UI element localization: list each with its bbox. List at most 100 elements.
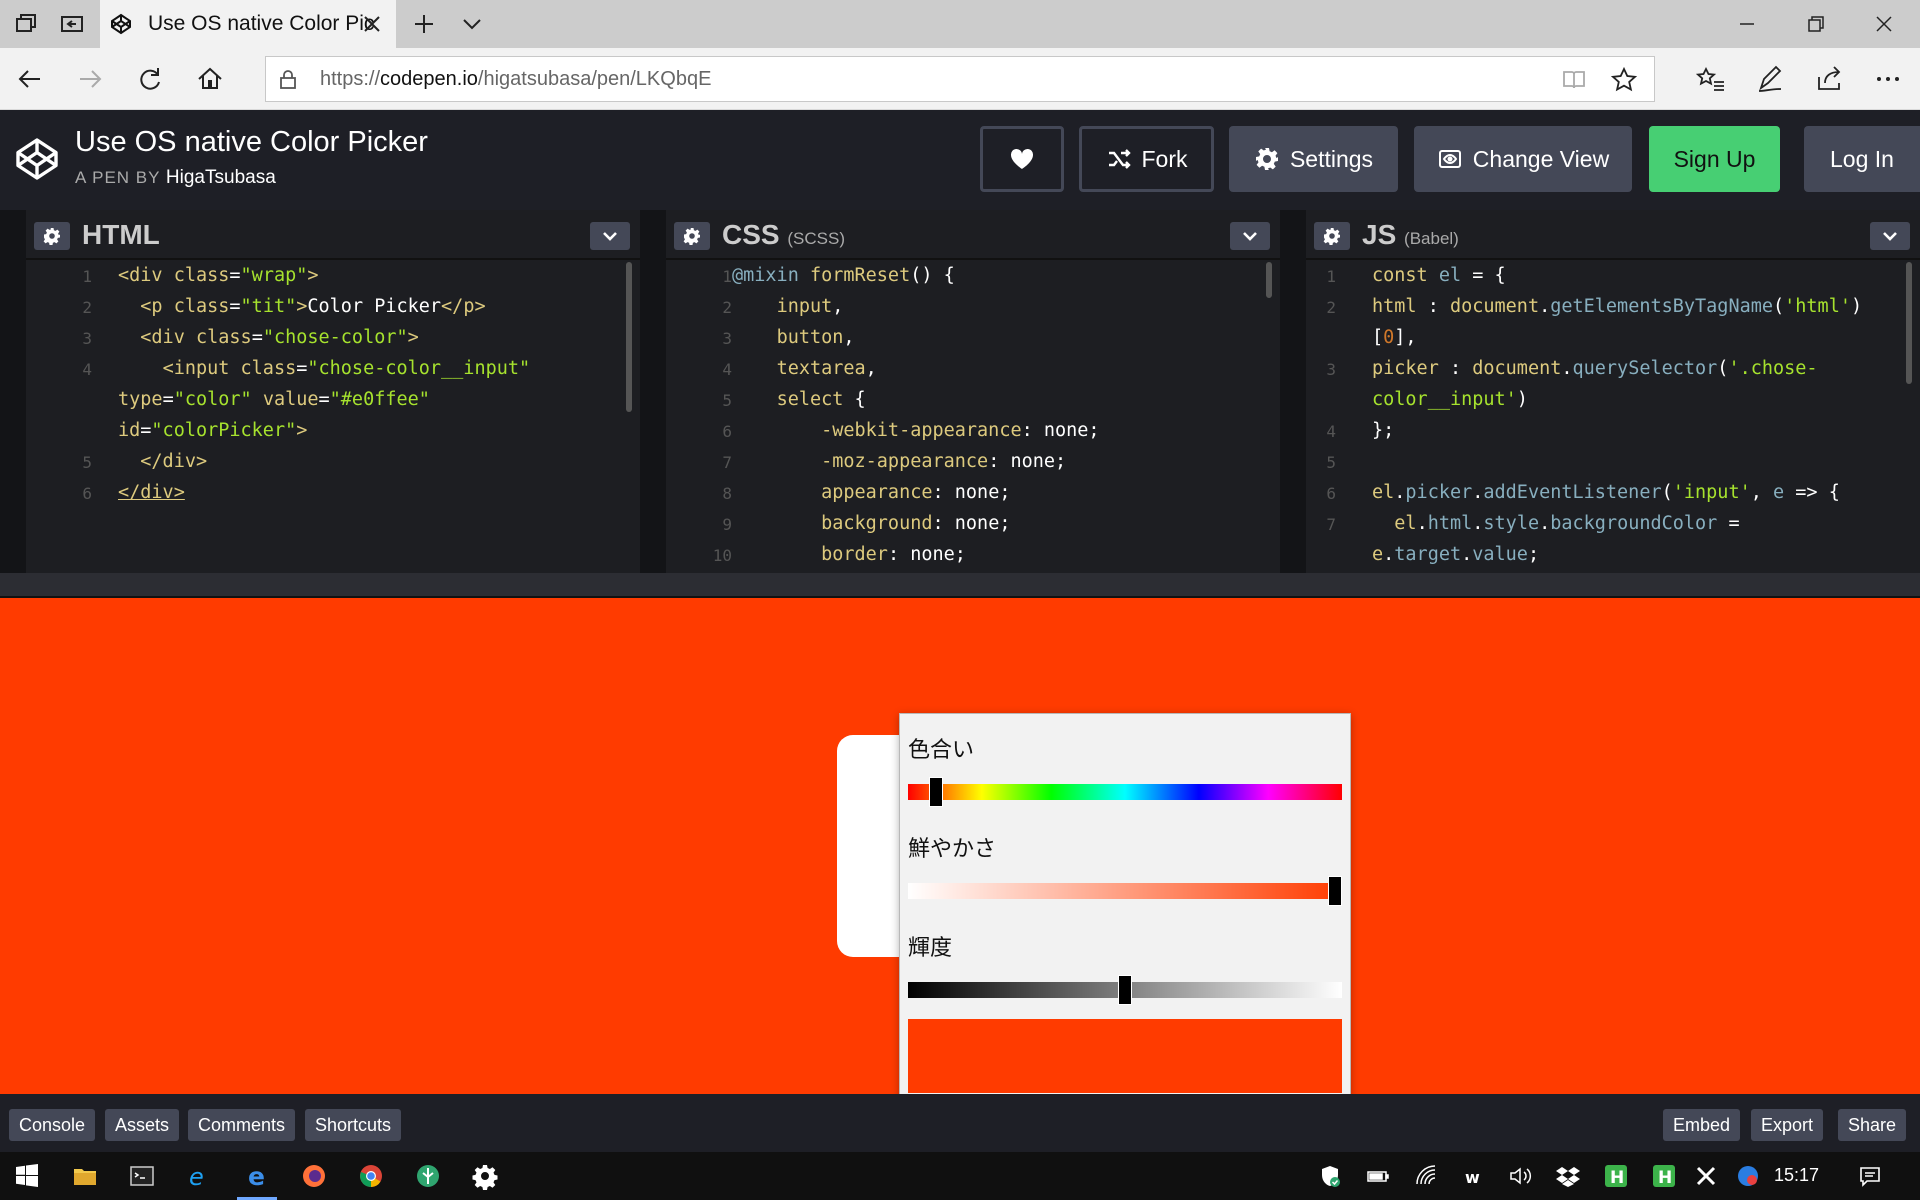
tab-close-icon[interactable] <box>360 12 384 36</box>
tab-actions-icon[interactable] <box>12 10 40 38</box>
codepen-header: Use OS native Color Picker A PEN BY Higa… <box>0 110 1920 210</box>
hue-slider-thumb[interactable] <box>929 777 943 807</box>
heart-button[interactable] <box>980 126 1064 192</box>
hue-slider[interactable] <box>908 784 1342 800</box>
settings-gear-icon[interactable] <box>471 1162 499 1190</box>
codepen-footer: Console Assets Comments Shortcuts Embed … <box>0 1094 1920 1152</box>
js-editor-header: JS (Babel) <box>1306 210 1920 260</box>
internet-explorer-icon[interactable]: e <box>185 1162 213 1191</box>
favorites-hub-icon[interactable] <box>1695 63 1727 95</box>
volume-icon[interactable] <box>1508 1164 1532 1188</box>
sourcetree-icon[interactable] <box>414 1162 442 1190</box>
window-close-icon[interactable] <box>1870 10 1898 38</box>
css-code[interactable]: 1 @mixin formReset() { 2 input, 3 button,… <box>666 262 1280 573</box>
tab-preview-chevron-icon[interactable] <box>458 10 486 38</box>
css-editor[interactable]: CSS (SCSS) 1 @mixin formReset() { 2 input… <box>666 210 1280 573</box>
log-in-button[interactable]: Log In <box>1804 126 1920 192</box>
back-arrow-icon[interactable] <box>14 63 46 95</box>
command-prompt-icon[interactable] <box>128 1162 156 1190</box>
refresh-icon[interactable] <box>134 63 166 95</box>
shortcuts-button[interactable]: Shortcuts <box>305 1109 402 1141</box>
js-collapse-button[interactable] <box>1870 222 1910 250</box>
h-app-alt-icon[interactable]: H <box>1652 1164 1676 1188</box>
settings-button[interactable]: Settings <box>1229 126 1398 192</box>
code-line: 9 background: none; <box>722 513 1011 534</box>
battery-icon[interactable] <box>1366 1164 1390 1188</box>
js-scrollbar[interactable] <box>1906 262 1912 384</box>
luminance-slider-thumb[interactable] <box>1118 975 1132 1005</box>
edge-browser-icon[interactable]: e <box>243 1162 271 1191</box>
html-editor[interactable]: HTML 1 <div class="wrap"> 2 <p class="tit… <box>26 210 640 573</box>
pen-author-line: A PEN BY HigaTsubasa <box>75 167 276 188</box>
code-line: 6 </div> <box>82 482 185 503</box>
console-button[interactable]: Console <box>9 1109 96 1141</box>
embed-button[interactable]: Embed <box>1663 1109 1741 1141</box>
code-line: 4 textarea, <box>722 358 877 379</box>
gear-icon <box>1323 228 1340 245</box>
codepen-logo-icon[interactable] <box>14 136 60 182</box>
taskbar-clock[interactable]: 15:17 <box>1774 1165 1819 1186</box>
windows-start-icon[interactable] <box>13 1162 41 1190</box>
more-options-icon[interactable] <box>1872 63 1904 95</box>
w-app-icon[interactable]: w <box>1462 1164 1486 1188</box>
svg-text:H: H <box>1658 1168 1672 1188</box>
code-line: color__input') <box>1372 389 1528 410</box>
pen-author-link[interactable]: HigaTsubasa <box>166 167 276 188</box>
new-tab-icon[interactable] <box>410 10 438 38</box>
code-line: [0], <box>1372 327 1417 348</box>
js-editor[interactable]: JS (Babel) 1 const el = { 2 html : documen… <box>1306 210 1920 573</box>
file-explorer-icon[interactable] <box>71 1162 99 1190</box>
minimize-icon[interactable] <box>1733 10 1761 38</box>
fork-icon <box>1108 149 1131 169</box>
js-code[interactable]: 1 const el = { 2 html : document.getElemen… <box>1306 262 1920 573</box>
chevron-down-icon <box>1883 232 1897 241</box>
chevron-down-icon <box>603 232 617 241</box>
html-settings-button[interactable] <box>34 222 70 250</box>
assets-button[interactable]: Assets <box>105 1109 180 1141</box>
export-button[interactable]: Export <box>1751 1109 1824 1141</box>
editor-resize-bar[interactable] <box>0 573 1920 598</box>
share-button[interactable]: Share <box>1838 1109 1907 1141</box>
active-browser-tab[interactable]: Use OS native Color Pic <box>100 0 396 48</box>
pen-title: Use OS native Color Picker <box>75 126 428 158</box>
comments-button[interactable]: Comments <box>188 1109 296 1141</box>
forward-arrow-icon[interactable] <box>74 63 106 95</box>
html-code[interactable]: 1 <div class="wrap"> 2 <p class="tit">Col… <box>26 262 640 573</box>
x-app-icon[interactable] <box>1694 1164 1718 1188</box>
home-icon[interactable] <box>194 63 226 95</box>
view-icon <box>1438 150 1461 168</box>
css-settings-button[interactable] <box>674 222 710 250</box>
css-collapse-button[interactable] <box>1230 222 1270 250</box>
chrome-icon[interactable] <box>357 1162 385 1190</box>
code-line: 5 </div> <box>82 451 208 472</box>
share-icon[interactable] <box>1813 63 1845 95</box>
sign-up-button[interactable]: Sign Up <box>1649 126 1780 192</box>
html-scrollbar[interactable] <box>626 262 632 412</box>
windows-defender-icon[interactable] <box>1318 1164 1342 1188</box>
code-line: type="color" value="#e0ffee" <box>118 389 430 410</box>
web-note-pen-icon[interactable] <box>1754 63 1786 95</box>
favorite-star-icon[interactable] <box>1610 66 1638 94</box>
saturation-slider-thumb[interactable] <box>1328 876 1342 906</box>
globe-app-icon[interactable] <box>1736 1164 1760 1188</box>
restore-icon[interactable] <box>1802 10 1830 38</box>
html-collapse-button[interactable] <box>590 222 630 250</box>
code-line: 5 <box>1326 453 1336 472</box>
js-settings-button[interactable] <box>1314 222 1350 250</box>
firefox-icon[interactable] <box>300 1162 328 1190</box>
windows-taskbar: e e w H H 15:17 <box>0 1152 1920 1200</box>
h-app-icon[interactable]: H <box>1604 1164 1628 1188</box>
saturation-slider[interactable] <box>908 883 1342 899</box>
change-view-button[interactable]: Change View <box>1414 126 1632 192</box>
address-bar[interactable]: https://codepen.io/higatsubasa/pen/LKQbq… <box>265 56 1655 102</box>
fork-button[interactable]: Fork <box>1079 126 1214 192</box>
set-tabs-aside-icon[interactable] <box>58 10 86 38</box>
wifi-icon[interactable] <box>1414 1164 1438 1188</box>
reading-view-icon[interactable] <box>1561 67 1587 93</box>
dropbox-icon[interactable] <box>1556 1164 1580 1188</box>
action-center-icon[interactable] <box>1858 1164 1882 1188</box>
css-scrollbar[interactable] <box>1266 262 1272 298</box>
gear-icon <box>683 228 700 245</box>
code-line: 5 select { <box>722 389 866 410</box>
code-line: 4 <input class="chose-color__input" <box>82 358 531 379</box>
